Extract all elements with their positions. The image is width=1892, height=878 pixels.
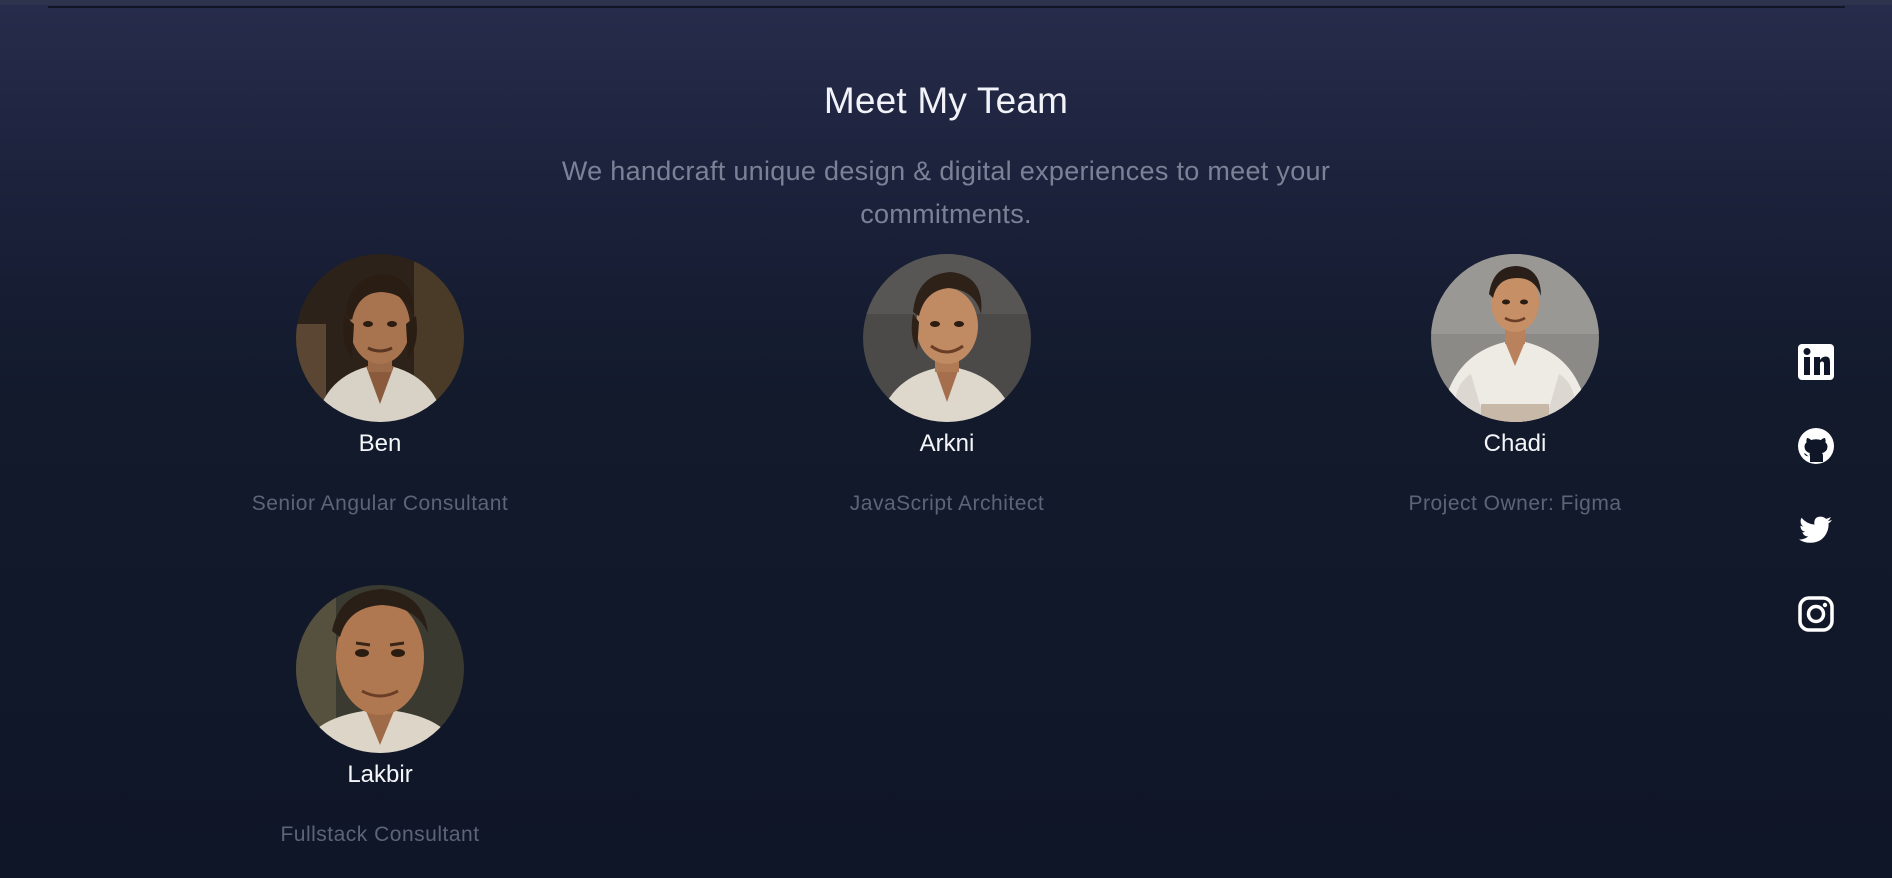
avatar <box>1431 254 1599 422</box>
team-member-card: Chadi Project Owner: Figma <box>1305 254 1725 544</box>
linkedin-link[interactable] <box>1796 342 1836 382</box>
avatar <box>863 254 1031 422</box>
twitter-link[interactable] <box>1796 510 1836 550</box>
team-member-card: Lakbir Fullstack Consultant <box>170 585 590 875</box>
section-subtitle: We handcraft unique design & digital exp… <box>561 156 1331 229</box>
member-role: Senior Angular Consultant <box>251 492 509 515</box>
twitter-icon <box>1799 516 1832 543</box>
team-member-card: Arkni JavaScript Architect <box>737 254 1157 544</box>
github-link[interactable] <box>1796 426 1836 466</box>
member-name: Arkni <box>919 430 975 457</box>
instagram-icon <box>1798 596 1834 632</box>
team-member-card: Ben Senior Angular Consultant <box>170 254 590 544</box>
top-strip <box>0 0 1892 5</box>
top-divider <box>48 6 1845 8</box>
avatar <box>296 254 464 422</box>
member-name: Lakbir <box>347 761 413 788</box>
avatar <box>296 585 464 753</box>
member-name: Ben <box>358 430 402 457</box>
member-role: Project Owner: Figma <box>1408 492 1622 515</box>
member-name: Chadi <box>1483 430 1547 457</box>
github-icon <box>1798 428 1834 464</box>
instagram-link[interactable] <box>1796 594 1836 634</box>
member-role: JavaScript Architect <box>849 492 1045 515</box>
social-links <box>1796 342 1836 678</box>
linkedin-icon <box>1798 344 1834 380</box>
member-role: Fullstack Consultant <box>280 823 480 846</box>
section-title: Meet My Team <box>823 80 1069 121</box>
